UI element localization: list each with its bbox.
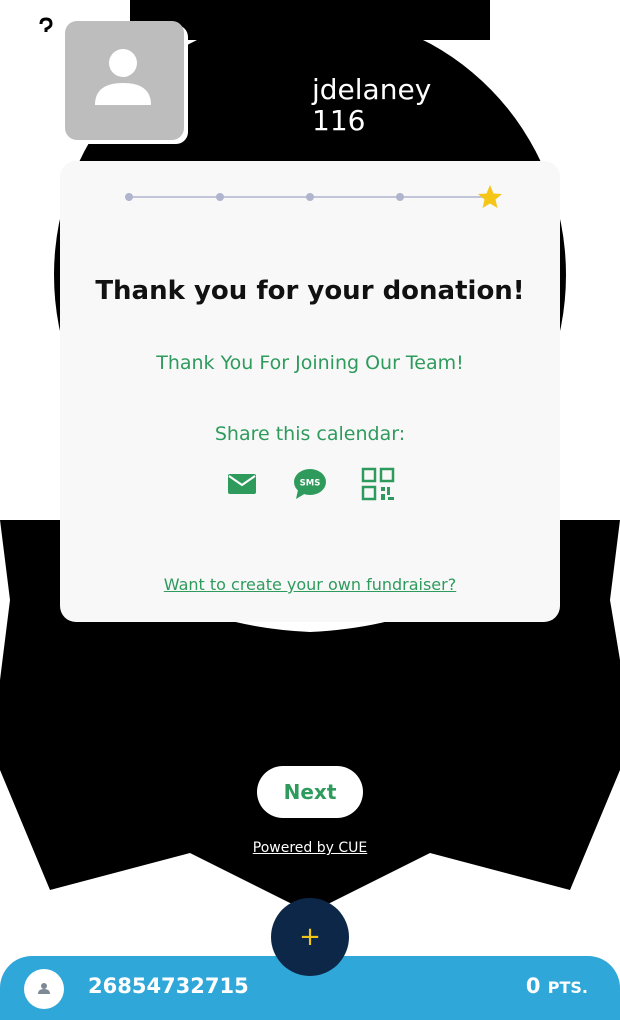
points-value: 0	[525, 974, 541, 998]
add-button[interactable]: +	[271, 898, 349, 976]
share-label: Share this calendar:	[214, 423, 406, 445]
progress-step-3	[306, 193, 314, 201]
person-placeholder-icon	[95, 49, 151, 105]
email-icon[interactable]	[224, 466, 260, 502]
username: jdelaney	[312, 73, 432, 106]
star-icon	[478, 185, 502, 208]
progress-step-1	[125, 193, 133, 201]
user-count: 116	[312, 104, 366, 137]
thank-you-title: Thank you for your donation!	[95, 276, 525, 306]
progress-steps	[125, 185, 502, 208]
person-icon	[38, 983, 50, 994]
sms-icon[interactable]: SMS	[292, 466, 328, 502]
share-options: SMS	[224, 466, 404, 502]
avatar	[65, 21, 184, 140]
points-display: 0 PTS.	[526, 974, 588, 998]
create-fundraiser-link[interactable]: Want to create your own fundraiser?	[60, 575, 560, 594]
points-unit: PTS.	[547, 978, 588, 997]
sms-badge: SMS	[300, 479, 321, 489]
team-subtitle: Thank You For Joining Our Team!	[156, 352, 464, 374]
help-icon[interactable]	[29, 11, 63, 45]
qr-code-icon[interactable]	[360, 466, 396, 502]
donation-card: Thank you for your donation! Thank You F…	[60, 161, 560, 622]
plus-icon: +	[299, 922, 321, 952]
powered-by-link[interactable]: Powered by CUE	[0, 840, 620, 856]
progress-step-2	[216, 193, 224, 201]
account-number: 26854732715	[88, 974, 249, 998]
progress-step-4	[396, 193, 404, 201]
user-avatar[interactable]	[24, 969, 64, 1009]
next-button[interactable]: Next	[257, 766, 363, 818]
